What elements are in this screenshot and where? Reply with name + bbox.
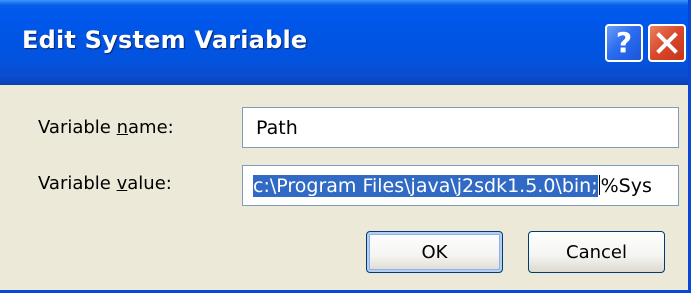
variable-value-label-suffix: alue:: [127, 173, 172, 194]
ok-button[interactable]: OK: [366, 231, 503, 273]
variable-name-text: Path: [256, 117, 298, 139]
variable-value-selected-text: c:\Program Files\java\j2sdk1.5.0\bin;: [253, 175, 598, 197]
help-button[interactable]: ?: [605, 24, 643, 62]
variable-name-input[interactable]: Path: [242, 107, 679, 148]
close-icon: [656, 32, 678, 54]
variable-value-label-accelerator: v: [116, 173, 128, 194]
title-bar[interactable]: Edit System Variable ?: [0, 0, 688, 85]
variable-value-rest-text: %Sys: [600, 175, 652, 197]
cancel-button[interactable]: Cancel: [528, 231, 665, 273]
text-caret: [598, 175, 600, 195]
variable-value-input[interactable]: c:\Program Files\java\j2sdk1.5.0\bin; %Sy…: [242, 165, 679, 206]
variable-value-label: Variable value:: [38, 173, 172, 194]
variable-name-label-prefix: Variable: [38, 117, 117, 138]
edit-system-variable-dialog: Edit System Variable ? Variable name: Pa…: [0, 0, 691, 293]
question-mark-icon: ?: [615, 26, 633, 59]
variable-value-label-prefix: Variable: [38, 173, 117, 194]
close-button[interactable]: [648, 24, 686, 62]
variable-name-label: Variable name:: [38, 117, 174, 138]
variable-name-label-suffix: ame:: [128, 117, 174, 138]
dialog-title: Edit System Variable: [22, 26, 308, 54]
variable-name-label-accelerator: n: [116, 117, 129, 138]
